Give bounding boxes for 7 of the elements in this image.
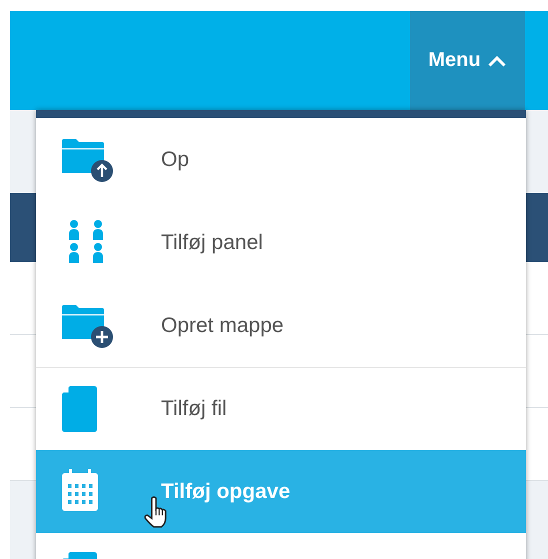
menu-item[interactable]: Op (36, 118, 526, 201)
chevron-icon (486, 54, 507, 67)
folder-plus-icon (62, 302, 114, 348)
folder-up-icon (62, 136, 114, 182)
menu-item[interactable]: Opret mappe (36, 284, 526, 367)
menu-item[interactable]: Tilføj panel (36, 201, 526, 284)
menu-button[interactable]: Menu (410, 11, 525, 110)
